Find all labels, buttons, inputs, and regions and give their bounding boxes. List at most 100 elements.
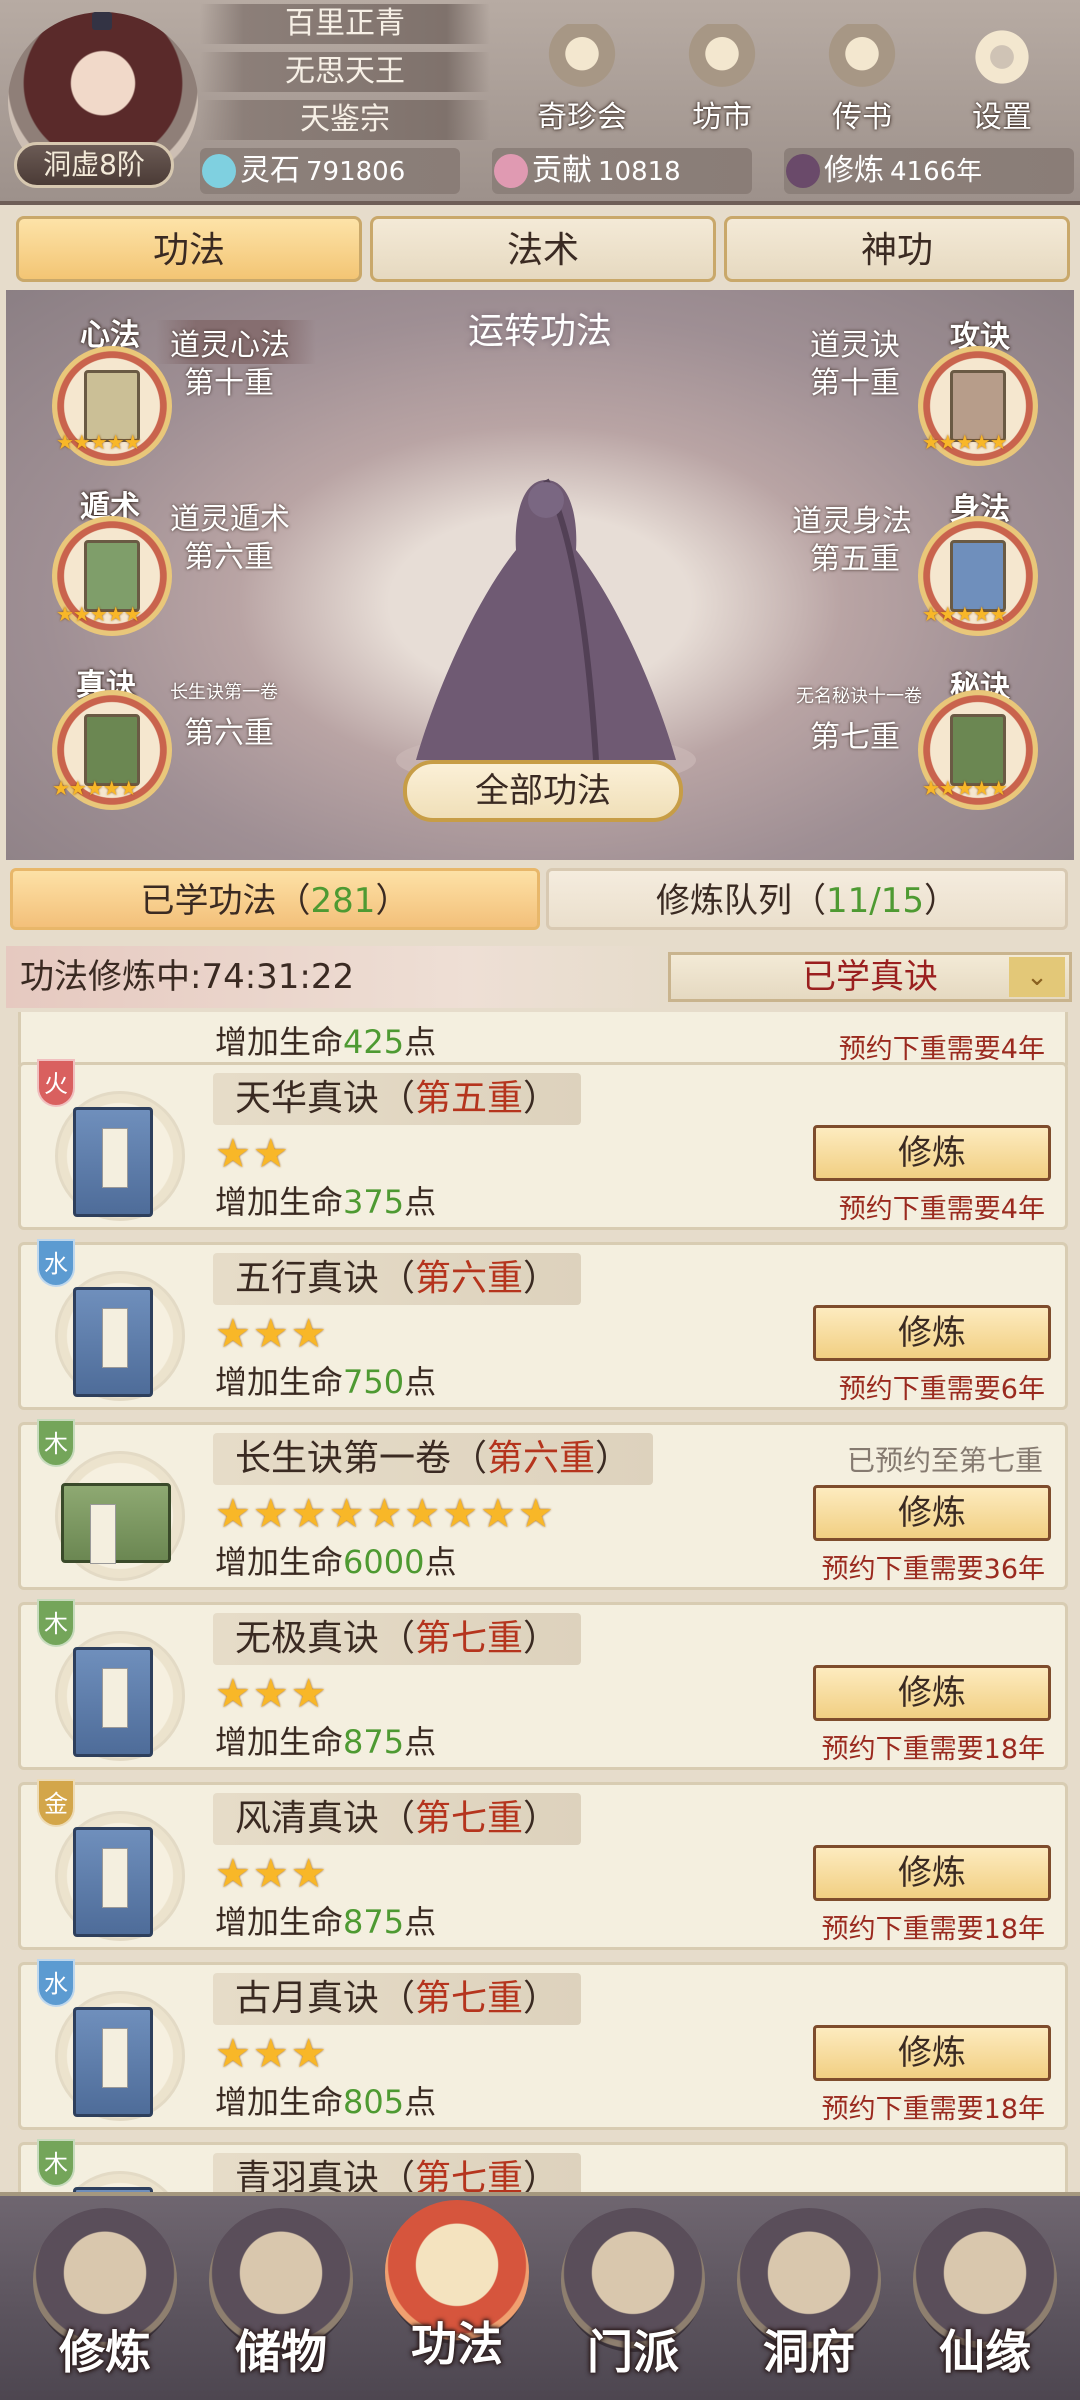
book-icon [73,2007,153,2117]
element-badge: 木 [37,1599,75,1647]
spirit-stone-resource: 灵石 791806 [200,148,460,194]
effect-text: 增加生命375点 [215,1183,437,1221]
pavilion-icon [541,24,623,90]
gongfa-list[interactable]: 增加生命425点 预约下重需要4年 火天华真诀（第五重） ★★ 增加生命375点 修炼… [0,1012,1080,2192]
slot-level: 第七重 [810,720,900,755]
settings-button[interactable]: 设置 [937,24,1067,135]
slot-stars: ★★★★★ [56,430,142,454]
tab-cultivation-queue[interactable]: 修炼队列（11/15） [546,868,1068,930]
cultivate-button[interactable]: 修炼 [813,1485,1051,1541]
cultivate-button[interactable]: 修炼 [813,2025,1051,2081]
element-badge: 水 [37,1239,75,1287]
tab-fashu[interactable]: 法术 [370,216,716,282]
slot-name: 长生诀第一卷 [170,682,278,703]
cultivate-button[interactable]: 修炼 [813,1305,1051,1361]
tab-gongfa[interactable]: 功法 [16,216,362,282]
list-item[interactable]: 木 青羽真诀（第七重） [18,2139,1068,2192]
slot-level: 第五重 [810,542,900,577]
star-rating: ★★★ [215,1671,329,1717]
reserve-note: 预约下重需要6年 [838,1374,1045,1405]
player-title-3: 天鉴宗 [200,100,490,140]
element-badge: 金 [37,1779,75,1827]
cultivation-time-resource: 修炼 4166年 [784,148,1074,194]
gongfa-name: 长生诀第一卷（第六重） [213,1433,654,1485]
book-icon [73,1647,153,1757]
contribution-resource: 贡献 10818 [492,148,752,194]
book-icon [61,1483,171,1564]
effect-text: 增加生命875点 [215,1903,437,1941]
star-rating: ★★★ [215,1851,329,1897]
nav-xiulian[interactable]: 修炼 [20,2208,190,2388]
nav-dongfu[interactable]: 洞府 [724,2208,894,2388]
gongfa-name: 风清真诀（第七重） [213,1793,582,1845]
reserve-note: 预约下重需要4年 [838,1034,1045,1065]
list-item[interactable]: 木 长生诀第一卷（第六重） ★★★★★★★★★ 增加生命6000点 已预约至第七重修炼预… [18,1419,1068,1590]
cultivate-button[interactable]: 修炼 [813,1125,1051,1181]
slot-stars: ★★★★★ [922,430,1008,454]
element-badge: 水 [37,1959,75,2007]
slot-name: 无名秘诀十一卷 [796,686,922,707]
nav-gongfa[interactable]: 功法 [372,2200,542,2380]
cultivate-button[interactable]: 修炼 [813,1845,1051,1901]
gongfa-name: 古月真诀（第七重） [213,1973,582,2025]
effect-text: 增加生命750点 [215,1363,437,1401]
list-item[interactable]: 金 风清真诀（第七重） ★★★ 增加生命875点 修炼预约下重需要18年 [18,1779,1068,1950]
nav-chuwu[interactable]: 储物 [196,2208,366,2388]
star-rating: ★★★★★★★★★ [215,1491,556,1537]
slot-level: 第十重 [184,366,274,401]
star-rating: ★★★ [215,2031,329,2077]
market-button[interactable]: 坊市 [657,24,787,135]
scroll-icon [821,24,903,90]
contribution-icon [494,154,528,188]
effect-text: 增加生命875点 [215,1723,437,1761]
gear-icon [961,24,1043,90]
slot-stars: ★★★★★ [922,602,1008,626]
cultivate-button[interactable]: 修炼 [813,1665,1051,1721]
slot-level: 第六重 [184,716,274,751]
list-item[interactable]: 火 天华真诀（第五重） ★★ 增加生命375点 修炼 预约下重需要4年 [18,1059,1068,1230]
nav-xianyuan[interactable]: 仙缘 [900,2208,1070,2388]
tab-shengong[interactable]: 神功 [724,216,1070,282]
reserve-note: 预约下重需要18年 [821,1914,1045,1945]
gongfa-name: 天华真诀（第五重） [213,1073,582,1125]
slot-level: 第六重 [184,540,274,575]
book-icon [73,1107,153,1217]
slot-level: 第十重 [810,366,900,401]
mail-button[interactable]: 传书 [797,24,927,135]
gongfa-name: 青羽真诀（第七重） [213,2153,582,2192]
element-badge: 木 [37,1419,75,1467]
effect-text: 增加生命6000点 [215,1543,457,1581]
gongfa-name: 五行真诀（第六重） [213,1253,582,1305]
book-icon [73,1827,153,1937]
cultivation-timer: 功法修炼中:74:31:22 [6,946,666,1008]
reserve-note: 预约下重需要18年 [821,1734,1045,1765]
star-rating: ★★★ [215,1311,329,1357]
cultivator-figure [396,478,696,788]
spirit-stone-icon [202,154,236,188]
yinyang-icon [681,24,763,90]
player-title-2: 无思天王 [200,52,490,92]
element-badge: 木 [37,2139,75,2187]
meditation-icon [786,154,820,188]
star-rating: ★★ [215,1131,291,1177]
element-badge: 火 [37,1059,75,1107]
slot-stars: ★★★★★ [922,776,1008,800]
list-item[interactable]: 木 无极真诀（第七重） ★★★ 增加生命875点 修炼 预约下重需要18年 [18,1599,1068,1770]
chevron-down-icon: ⌄ [1009,957,1065,997]
list-item[interactable]: 水 五行真诀（第六重） ★★★ 增加生命750点 修炼预约下重需要6年 [18,1239,1068,1410]
reserve-note: 预约下重需要18年 [821,2094,1045,2125]
reserved-status: 已预约至第七重 [846,1444,1043,1477]
all-gongfa-button[interactable]: 全部功法 [403,760,683,822]
effect-text: 增加生命805点 [215,2083,437,2121]
slot-stars: ★★★★★ [52,776,138,800]
treasure-fair-button[interactable]: 奇珍会 [517,24,647,135]
slot-stars: ★★★★★ [56,602,142,626]
nav-menpai[interactable]: 门派 [548,2208,718,2388]
player-title-1: 百里正青 [200,4,490,44]
tab-learned-gongfa[interactable]: 已学功法（281） [10,868,540,930]
reserve-note: 预约下重需要36年 [821,1554,1045,1585]
rank-badge: 洞虚8阶 [14,142,174,188]
book-icon [73,1287,153,1397]
filter-dropdown[interactable]: 已学真诀 ⌄ [668,952,1072,1002]
list-item[interactable]: 水 古月真诀（第七重） ★★★ 增加生命805点 修炼预约下重需要18年 [18,1959,1068,2130]
